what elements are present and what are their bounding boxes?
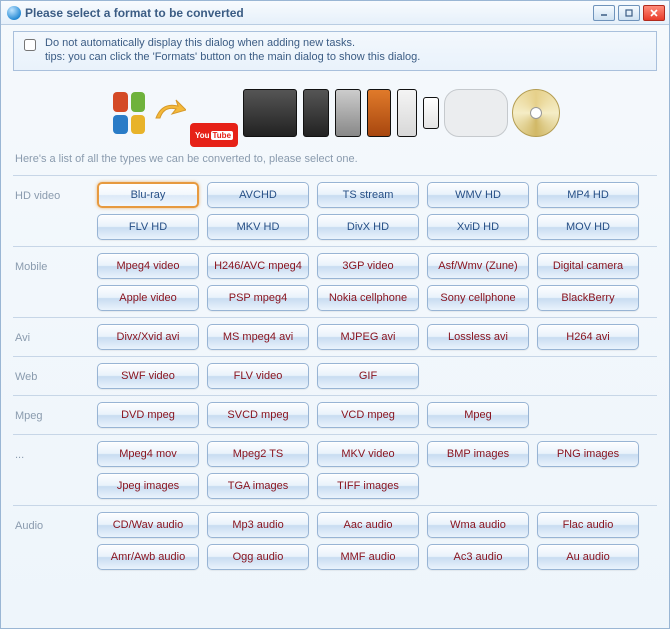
format-button[interactable]: MJPEG avi — [317, 324, 419, 350]
category-row-hd: HD videoBlu-ray AVCHD TS stream WMV HD MP4 H… — [13, 175, 657, 246]
format-button[interactable]: Lossless avi — [427, 324, 529, 350]
format-button[interactable]: DivX HD — [317, 214, 419, 240]
dialog-content: Do not automatically display this dialog… — [1, 25, 669, 628]
format-button[interactable]: MOV HD — [537, 214, 639, 240]
format-button[interactable]: SWF video — [97, 363, 199, 389]
office-icon — [110, 89, 148, 137]
close-button[interactable] — [643, 5, 665, 21]
format-illustration: YouTube — [13, 79, 657, 147]
format-button[interactable]: GIF — [317, 363, 419, 389]
format-button[interactable]: CD/Wav audio — [97, 512, 199, 538]
psp-icon — [243, 89, 297, 137]
format-button[interactable]: MKV HD — [207, 214, 309, 240]
format-button[interactable]: Jpeg images — [97, 473, 199, 499]
format-button-grid: CD/Wav audio Mp3 audio Aac audio Wma audio F… — [97, 512, 657, 570]
format-button-grid: Mpeg4 video H246/AVC mpeg4 3GP video Asf/Wm… — [97, 253, 657, 311]
format-button[interactable]: Ogg audio — [207, 544, 309, 570]
ipod-icon — [397, 89, 417, 137]
format-button[interactable]: TS stream — [317, 182, 419, 208]
format-button[interactable]: Digital camera — [537, 253, 639, 279]
format-button[interactable]: Aac audio — [317, 512, 419, 538]
format-button-grid: DVD mpeg SVCD mpeg VCD mpeg Mpeg — [97, 402, 657, 428]
format-button[interactable]: Blu-ray — [97, 182, 199, 208]
format-button[interactable]: BlackBerry — [537, 285, 639, 311]
format-button[interactable]: Sony cellphone — [427, 285, 529, 311]
category-label: HD video — [13, 182, 97, 202]
format-button[interactable]: Nokia cellphone — [317, 285, 419, 311]
dialog-window: Please select a format to be converted D… — [0, 0, 670, 629]
format-button[interactable]: Mpeg4 mov — [97, 441, 199, 467]
format-button-grid: Mpeg4 mov Mpeg2 TS MKV video BMP images PNG … — [97, 441, 657, 499]
format-button[interactable]: SVCD mpeg — [207, 402, 309, 428]
walkman-icon — [367, 89, 391, 137]
format-button[interactable]: XviD HD — [427, 214, 529, 240]
format-button[interactable]: VCD mpeg — [317, 402, 419, 428]
format-button[interactable]: MP4 HD — [537, 182, 639, 208]
format-button[interactable]: WMV HD — [427, 182, 529, 208]
format-button[interactable]: MMF audio — [317, 544, 419, 570]
format-button[interactable]: DVD mpeg — [97, 402, 199, 428]
appletv-icon — [444, 89, 508, 137]
format-button[interactable]: Mpeg2 TS — [207, 441, 309, 467]
format-button[interactable]: Mpeg4 video — [97, 253, 199, 279]
format-button[interactable]: PNG images — [537, 441, 639, 467]
titlebar: Please select a format to be converted — [1, 1, 669, 25]
auto-display-notice: Do not automatically display this dialog… — [13, 31, 657, 71]
window-title: Please select a format to be converted — [25, 6, 593, 20]
category-label: Mobile — [13, 253, 97, 273]
maximize-button[interactable] — [618, 5, 640, 21]
category-row-web: WebSWF video FLV video GIF — [13, 356, 657, 395]
format-button[interactable]: Asf/Wmv (Zune) — [427, 253, 529, 279]
format-button[interactable]: Divx/Xvid avi — [97, 324, 199, 350]
category-row-mpeg: MpegDVD mpegSVCD mpegVCD mpegMpeg — [13, 395, 657, 434]
format-button[interactable]: FLV HD — [97, 214, 199, 240]
category-row-other: ...Mpeg4 mov Mpeg2 TS MKV video BMP images P… — [13, 434, 657, 505]
phone-silver-icon — [335, 89, 361, 137]
format-button[interactable]: TIFF images — [317, 473, 419, 499]
intro-text: Here's a list of all the types we can be… — [15, 153, 657, 165]
format-button-grid: Blu-ray AVCHD TS stream WMV HD MP4 HD FLV HD M… — [97, 182, 657, 240]
category-label: Avi — [13, 324, 97, 344]
format-button[interactable]: TGA images — [207, 473, 309, 499]
youtube-icon: YouTube — [190, 123, 238, 147]
arrow-icon — [152, 96, 186, 130]
format-button[interactable]: AVCHD — [207, 182, 309, 208]
ipod-nano-icon — [423, 97, 439, 129]
category-row-mobile: MobileMpeg4 video H246/AVC mpeg4 3GP video… — [13, 246, 657, 317]
notice-line1: Do not automatically display this dialog… — [45, 36, 420, 50]
format-button[interactable]: MKV video — [317, 441, 419, 467]
category-label: ... — [13, 441, 97, 461]
auto-display-checkbox[interactable] — [24, 39, 36, 51]
notice-text: Do not automatically display this dialog… — [45, 36, 420, 64]
format-button[interactable]: PSP mpeg4 — [207, 285, 309, 311]
category-label: Web — [13, 363, 97, 383]
disc-icon — [512, 89, 560, 137]
format-button[interactable]: Flac audio — [537, 512, 639, 538]
format-button[interactable]: MS mpeg4 avi — [207, 324, 309, 350]
format-categories: HD videoBlu-ray AVCHD TS stream WMV HD MP4 H… — [13, 175, 657, 576]
format-button[interactable]: Mpeg — [427, 402, 529, 428]
category-row-avi: AviDivx/Xvid avi MS mpeg4 avi MJPEG avi Los… — [13, 317, 657, 356]
format-button[interactable]: H264 avi — [537, 324, 639, 350]
format-button[interactable]: Amr/Awb audio — [97, 544, 199, 570]
format-button-grid: SWF video FLV video GIF — [97, 363, 657, 389]
category-label: Audio — [13, 512, 97, 532]
category-label: Mpeg — [13, 402, 97, 422]
format-button[interactable]: Mp3 audio — [207, 512, 309, 538]
notice-line2: tips: you can click the 'Formats' button… — [45, 50, 420, 64]
format-button-grid: Divx/Xvid avi MS mpeg4 avi MJPEG avi Lossle… — [97, 324, 657, 350]
format-button[interactable]: Wma audio — [427, 512, 529, 538]
phone-icon — [303, 89, 329, 137]
format-button[interactable]: Ac3 audio — [427, 544, 529, 570]
format-button[interactable]: Au audio — [537, 544, 639, 570]
format-button[interactable]: BMP images — [427, 441, 529, 467]
format-button[interactable]: 3GP video — [317, 253, 419, 279]
category-row-audio: AudioCD/Wav audio Mp3 audio Aac audio Wma a… — [13, 505, 657, 576]
window-controls — [593, 5, 665, 21]
app-icon — [7, 6, 21, 20]
format-button[interactable]: FLV video — [207, 363, 309, 389]
minimize-button[interactable] — [593, 5, 615, 21]
format-button[interactable]: H246/AVC mpeg4 — [207, 253, 309, 279]
format-button[interactable]: Apple video — [97, 285, 199, 311]
